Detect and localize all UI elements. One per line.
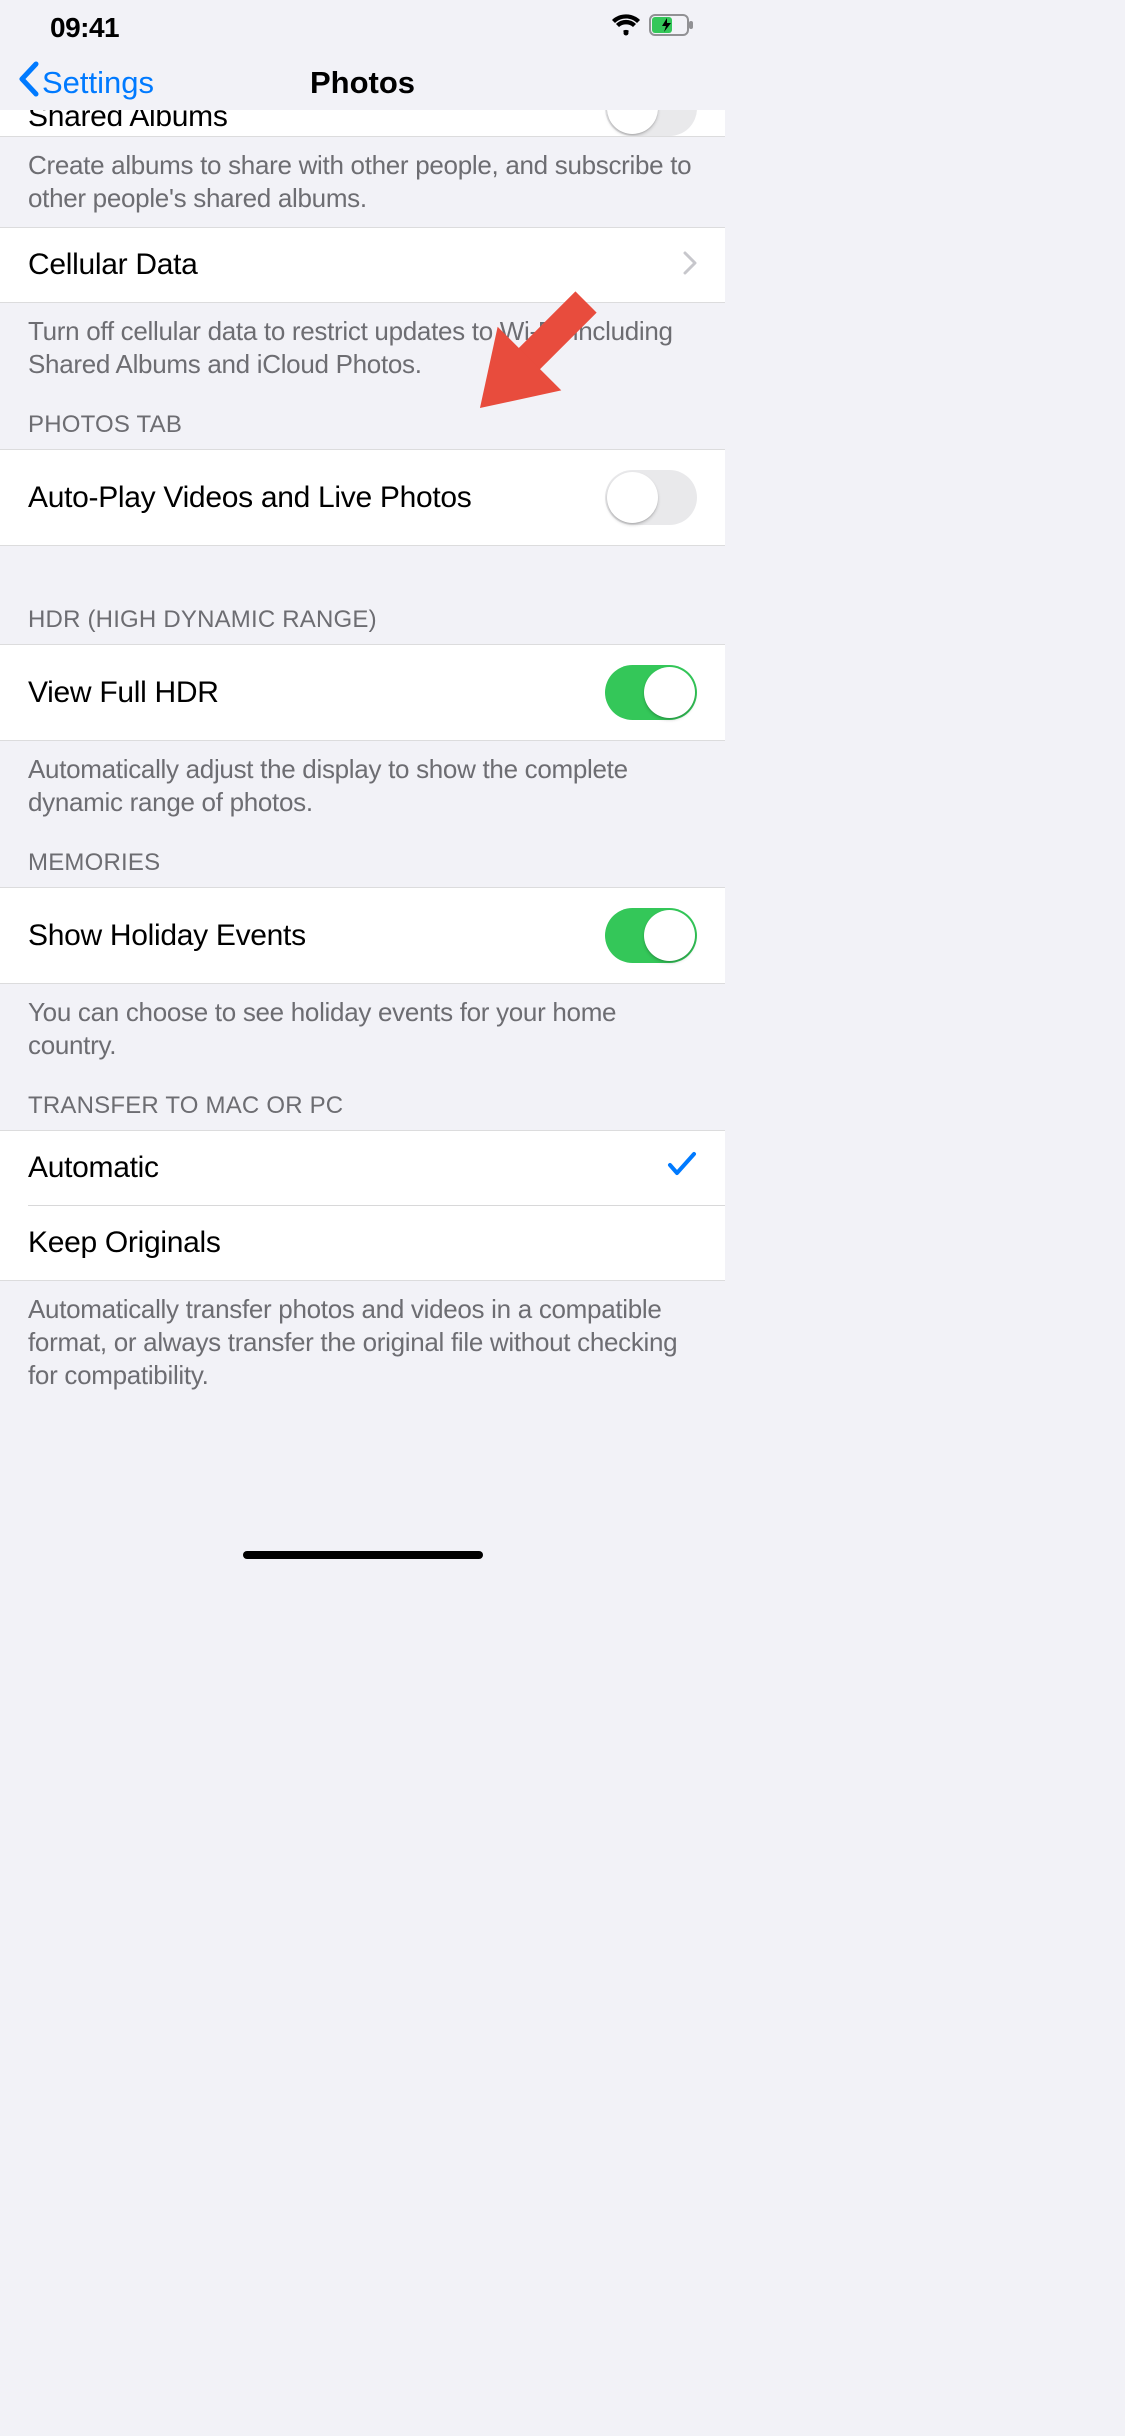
transfer-keep-originals-label: Keep Originals — [28, 1226, 221, 1260]
transfer-automatic-label: Automatic — [28, 1151, 159, 1185]
checkmark-icon — [667, 1151, 697, 1185]
cellular-data-row[interactable]: Cellular Data — [0, 227, 725, 303]
wifi-icon — [611, 14, 641, 41]
cellular-data-footer: Turn off cellular data to restrict updat… — [0, 303, 725, 393]
page-title: Photos — [310, 65, 415, 101]
transfer-automatic-row[interactable]: Automatic — [0, 1131, 725, 1205]
autoplay-toggle[interactable] — [605, 470, 697, 525]
navigation-bar: Settings Photos — [0, 55, 725, 110]
toggle-knob — [607, 472, 658, 523]
status-time: 09:41 — [50, 12, 119, 44]
shared-albums-toggle-row[interactable]: Shared Albums — [0, 110, 725, 137]
transfer-footer: Automatically transfer photos and videos… — [0, 1281, 725, 1404]
status-bar: 09:41 — [0, 0, 725, 55]
view-full-hdr-row[interactable]: View Full HDR — [0, 644, 725, 741]
back-button[interactable]: Settings — [18, 61, 154, 105]
settings-content: Shared Albums Create albums to share wit… — [0, 110, 725, 1404]
photos-tab-header: PHOTOS TAB — [0, 393, 725, 449]
shared-albums-label: Shared Albums — [28, 110, 228, 124]
show-holiday-toggle[interactable] — [605, 908, 697, 963]
chevron-left-icon — [18, 61, 40, 105]
battery-icon — [649, 14, 695, 41]
chevron-right-icon — [683, 251, 697, 280]
view-full-hdr-label: View Full HDR — [28, 676, 219, 710]
status-icons — [611, 14, 695, 41]
shared-albums-toggle[interactable] — [605, 110, 697, 136]
back-label: Settings — [42, 65, 154, 101]
cellular-data-label: Cellular Data — [28, 248, 198, 282]
transfer-header: TRANSFER TO MAC OR PC — [0, 1074, 725, 1130]
autoplay-label: Auto-Play Videos and Live Photos — [28, 481, 471, 515]
view-full-hdr-toggle[interactable] — [605, 665, 697, 720]
hdr-footer: Automatically adjust the display to show… — [0, 741, 725, 831]
shared-albums-footer: Create albums to share with other people… — [0, 137, 725, 227]
transfer-group: Automatic Keep Originals — [0, 1130, 725, 1281]
show-holiday-row[interactable]: Show Holiday Events — [0, 887, 725, 984]
transfer-keep-originals-row[interactable]: Keep Originals — [0, 1206, 725, 1280]
memories-footer: You can choose to see holiday events for… — [0, 984, 725, 1074]
home-indicator — [243, 1551, 483, 1559]
toggle-knob — [644, 910, 695, 961]
memories-header: MEMORIES — [0, 831, 725, 887]
autoplay-toggle-row[interactable]: Auto-Play Videos and Live Photos — [0, 449, 725, 546]
hdr-header: HDR (HIGH DYNAMIC RANGE) — [0, 546, 725, 644]
toggle-knob — [644, 667, 695, 718]
toggle-knob — [607, 110, 658, 134]
show-holiday-label: Show Holiday Events — [28, 919, 306, 953]
